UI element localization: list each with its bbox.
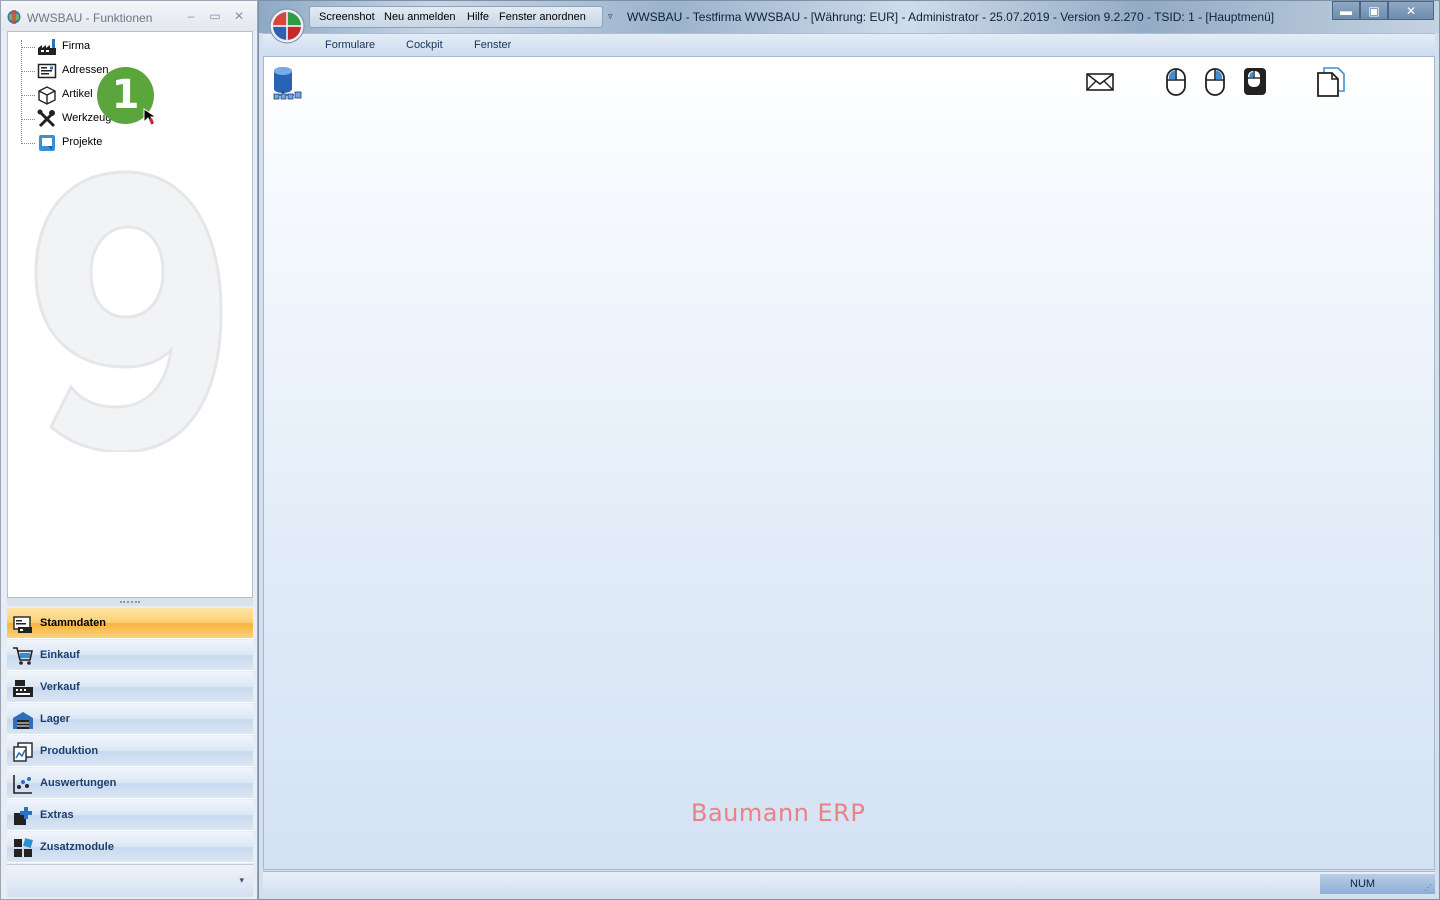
num-lock-indicator: NUM	[1350, 878, 1376, 890]
minimize-icon[interactable]: –	[182, 8, 200, 24]
functions-titlebar[interactable]: WWSBAU - Funktionen – ▭ ✕	[1, 1, 257, 31]
nav-group-lager[interactable]: Lager	[7, 704, 253, 735]
menu-bar: Formulare Cockpit Fenster	[263, 33, 1435, 56]
production-icon	[13, 742, 33, 762]
extras-icon	[14, 807, 32, 825]
nav-group-einkauf[interactable]: Einkauf	[7, 640, 253, 671]
nav-group-produktion[interactable]: Produktion	[7, 736, 253, 767]
close-button[interactable]: ✕	[1388, 1, 1434, 20]
main-window-title: WWSBAU - Testfirma WWSBAU - [Währung: EU…	[627, 10, 1275, 24]
qat-help-button[interactable]: Hilfe	[467, 11, 489, 23]
panel-splitter[interactable]	[7, 598, 253, 606]
qat-customize-icon[interactable]: ▿	[608, 11, 613, 22]
nav-group-label: Einkauf	[40, 649, 80, 661]
nav-group-auswertungen[interactable]: Auswertungen	[7, 768, 253, 799]
nav-group-stammdaten[interactable]: Stammdaten	[7, 608, 253, 639]
status-indicators: NUM ⋰	[1320, 874, 1435, 894]
splitter-grip[interactable]	[120, 601, 140, 603]
status-bar: NUM ⋰	[263, 871, 1435, 895]
functions-window: WWSBAU - Funktionen – ▭ ✕ Firma Adressen…	[0, 0, 258, 900]
app-menu-orb-icon[interactable]	[269, 8, 305, 44]
maximize-button[interactable]: ▣	[1360, 1, 1388, 20]
nav-group-label: Lager	[40, 713, 70, 725]
stammdaten-icon	[13, 616, 32, 633]
minimize-button[interactable]: ▬	[1332, 1, 1360, 20]
nav-group-label: Zusatzmodule	[40, 841, 114, 853]
project-icon	[39, 135, 55, 151]
tools-icon	[37, 109, 56, 128]
tree-item-firma[interactable]: Firma	[21, 36, 221, 58]
qat-relogin-button[interactable]: Neu anmelden	[384, 11, 456, 23]
menu-formulare[interactable]: Formulare	[325, 39, 375, 51]
box-icon	[38, 86, 56, 105]
tree-item-projekte[interactable]: Projekte	[21, 132, 221, 154]
cash-register-icon	[13, 680, 33, 697]
analysis-icon	[13, 775, 32, 794]
nav-pane-footer[interactable]: ▾	[7, 864, 253, 897]
version-nine-watermark	[34, 170, 223, 452]
main-window: Screenshot Neu anmelden Hilfe Fenster an…	[258, 0, 1440, 900]
qat-arrange-windows-button[interactable]: Fenster anordnen	[499, 11, 586, 23]
nav-group-extras[interactable]: Extras	[7, 800, 253, 831]
close-icon[interactable]: ✕	[230, 8, 248, 24]
maximize-icon[interactable]: ▭	[206, 8, 224, 24]
modules-icon	[14, 838, 33, 857]
mouse-left-icon[interactable]	[1164, 65, 1188, 99]
mdi-workspace: Baumann ERP	[263, 56, 1435, 870]
warehouse-icon	[13, 712, 33, 729]
tree-branch	[21, 95, 35, 96]
document-copy-icon[interactable]	[1316, 65, 1346, 99]
mouse-keyboard-icon[interactable]	[1241, 65, 1269, 99]
nav-group-label: Auswertungen	[40, 777, 117, 789]
tree-item-label: Firma	[62, 40, 91, 52]
tree-item-label: Adressen	[62, 64, 109, 76]
database-icon[interactable]	[272, 65, 304, 101]
tree-item-label: Artikel	[62, 88, 93, 100]
quick-access-toolbar: Screenshot Neu anmelden Hilfe Fenster an…	[309, 6, 603, 28]
wwsbau-app-icon	[7, 10, 21, 24]
tree-branch	[21, 119, 35, 120]
qat-screenshot-button[interactable]: Screenshot	[319, 11, 375, 23]
functions-window-title: WWSBAU - Funktionen	[27, 11, 153, 25]
mouse-right-icon[interactable]	[1203, 65, 1227, 99]
tree-branch	[21, 143, 35, 144]
tree-branch	[21, 47, 35, 48]
main-titlebar[interactable]: Screenshot Neu anmelden Hilfe Fenster an…	[259, 1, 1439, 33]
tree-branch	[21, 71, 35, 72]
address-card-icon	[37, 63, 57, 79]
chevron-down-icon[interactable]: ▾	[239, 875, 244, 886]
factory-icon	[38, 39, 56, 55]
cart-icon	[13, 647, 33, 665]
menu-cockpit[interactable]: Cockpit	[406, 39, 443, 51]
nav-group-zusatzmodule[interactable]: Zusatzmodule	[7, 832, 253, 863]
nav-group-label: Verkauf	[40, 681, 80, 693]
tree-item-label: Projekte	[62, 136, 103, 148]
mouse-cursor-icon	[143, 108, 158, 126]
resize-grip-icon[interactable]: ⋰	[1424, 883, 1432, 892]
nav-group-verkauf[interactable]: Verkauf	[7, 672, 253, 703]
nav-group-label: Extras	[40, 809, 74, 821]
menu-fenster[interactable]: Fenster	[474, 39, 511, 51]
nav-group-label: Produktion	[40, 745, 99, 757]
brand-label: Baumann ERP	[691, 799, 866, 827]
nav-group-label: Stammdaten	[40, 617, 107, 629]
mail-icon[interactable]	[1085, 65, 1115, 99]
